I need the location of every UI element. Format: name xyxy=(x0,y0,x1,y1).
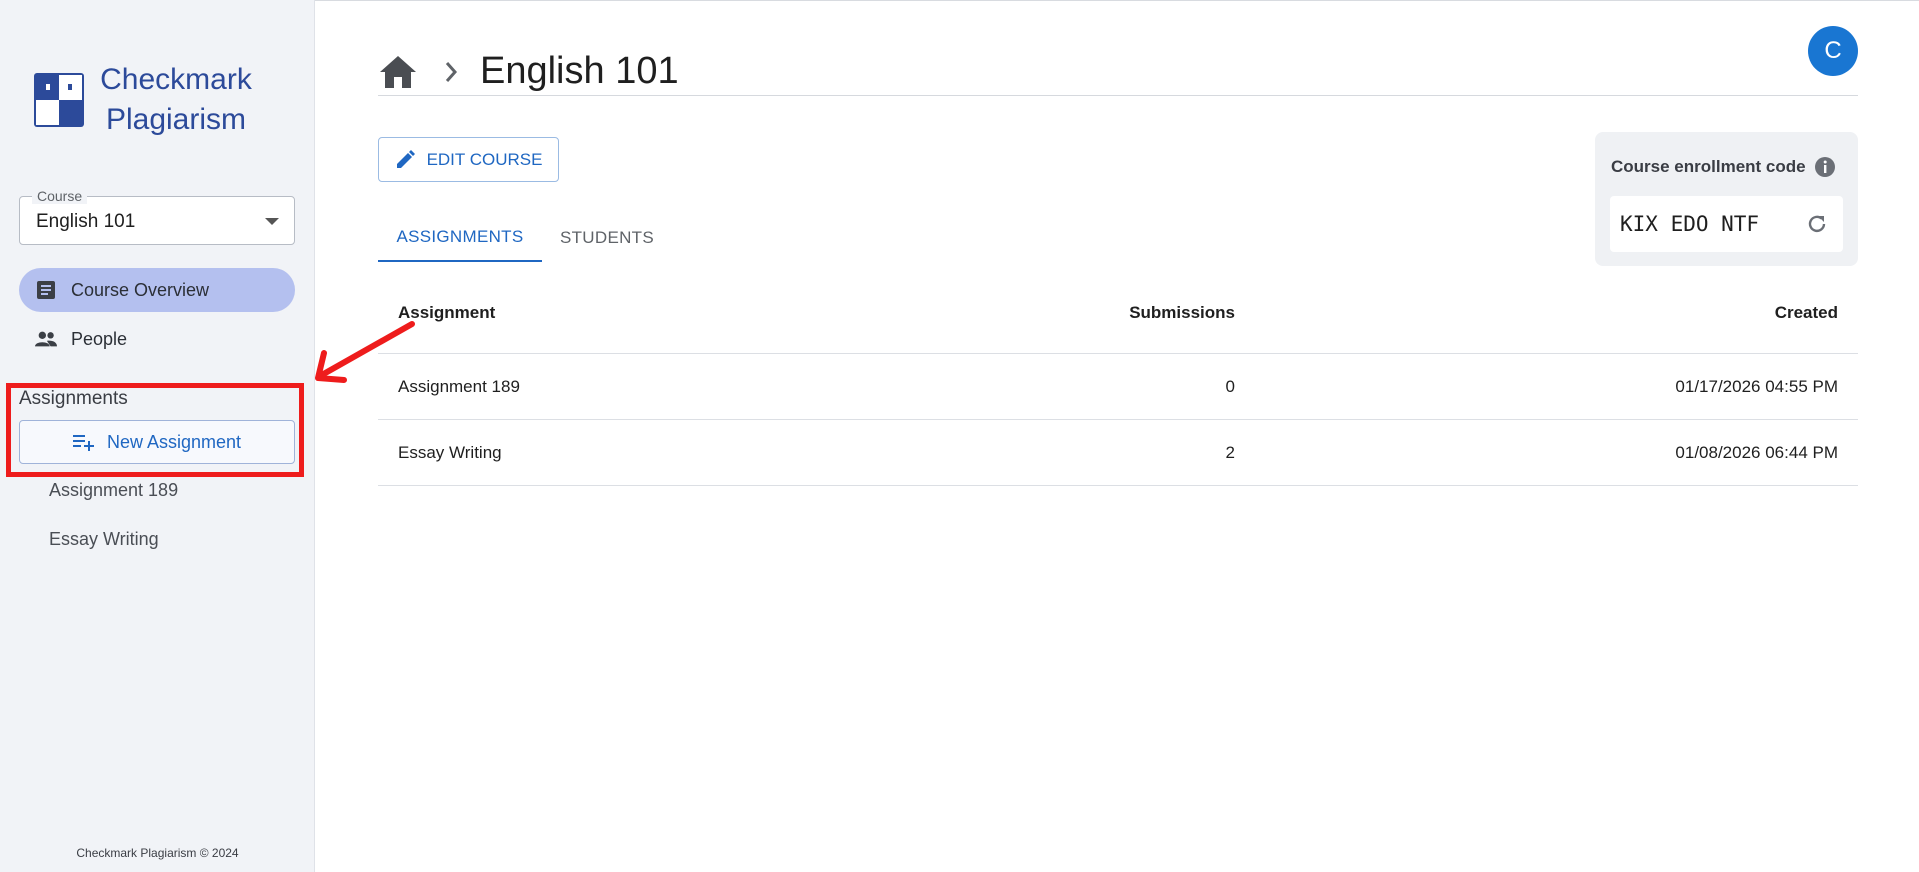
app-root: Checkmark Plagiarism Course English 101 … xyxy=(0,0,1919,872)
info-icon[interactable] xyxy=(1814,156,1836,178)
edit-course-button[interactable]: EDIT COURSE xyxy=(378,137,559,182)
table-header: Assignment Submissions Created xyxy=(378,288,1858,354)
cell-submissions: 2 xyxy=(1225,442,1235,462)
cell-created: 01/08/2026 06:44 PM xyxy=(1675,442,1838,462)
tab-bar: ASSIGNMENTS STUDENTS xyxy=(378,214,672,262)
edit-course-label: EDIT COURSE xyxy=(426,149,543,169)
dropdown-caret-icon xyxy=(265,218,279,225)
course-select-label: Course xyxy=(32,188,88,204)
assignments-table: Assignment Submissions Created Assignmen… xyxy=(378,288,1858,486)
brand[interactable]: Checkmark Plagiarism xyxy=(32,60,256,140)
enrollment-label: Course enrollment code xyxy=(1611,157,1806,176)
nav-people-label: People xyxy=(71,328,128,349)
sidebar: Checkmark Plagiarism Course English 101 … xyxy=(0,0,315,872)
sidebar-footer: Checkmark Plagiarism © 2024 xyxy=(76,846,239,860)
tab-students[interactable]: STUDENTS xyxy=(542,214,672,262)
enrollment-card: Course enrollment code KIX EDO NTF xyxy=(1595,132,1858,266)
brand-name-line1: Checkmark xyxy=(100,63,252,96)
article-icon xyxy=(35,279,57,301)
course-select-value: English 101 xyxy=(36,211,136,232)
course-select[interactable]: Course English 101 xyxy=(19,188,295,245)
sidebar-assignment-link[interactable]: Assignment 189 xyxy=(49,480,178,501)
column-header-assignment[interactable]: Assignment xyxy=(398,280,495,345)
nav-course-overview[interactable]: Course Overview xyxy=(19,268,295,312)
home-icon[interactable] xyxy=(378,52,418,92)
cell-submissions: 0 xyxy=(1225,376,1235,396)
cell-created: 01/17/2026 04:55 PM xyxy=(1675,376,1838,396)
enrollment-code: KIX EDO NTF xyxy=(1620,212,1760,236)
sidebar-assignment-link[interactable]: Essay Writing xyxy=(49,529,159,550)
nav-people[interactable]: People xyxy=(19,317,295,361)
refresh-icon[interactable] xyxy=(1805,212,1829,236)
people-icon xyxy=(35,328,57,350)
title-divider xyxy=(378,95,1858,96)
column-header-submissions[interactable]: Submissions xyxy=(1129,280,1235,345)
table-row[interactable]: Assignment 189 0 01/17/2026 04:55 PM xyxy=(378,354,1858,420)
tab-assignments[interactable]: ASSIGNMENTS xyxy=(378,214,542,262)
enrollment-code-box: KIX EDO NTF xyxy=(1610,196,1843,252)
page-title: English 101 xyxy=(480,50,679,92)
breadcrumb: English 101 xyxy=(378,50,679,93)
column-header-created[interactable]: Created xyxy=(1775,280,1838,345)
table-row[interactable]: Essay Writing 2 01/08/2026 06:44 PM xyxy=(378,420,1858,486)
highlight-box xyxy=(6,383,304,477)
pencil-icon xyxy=(395,149,415,170)
cell-assignment: Essay Writing xyxy=(398,442,502,462)
chevron-right-icon xyxy=(436,57,466,87)
nav-course-overview-label: Course Overview xyxy=(71,279,210,300)
brand-name: Checkmark Plagiarism xyxy=(96,60,256,140)
avatar[interactable]: C xyxy=(1808,26,1858,76)
cell-assignment: Assignment 189 xyxy=(398,376,520,396)
brand-name-line2: Plagiarism xyxy=(105,103,247,136)
checkmark-logo-icon xyxy=(34,73,84,127)
top-divider xyxy=(315,0,1919,1)
